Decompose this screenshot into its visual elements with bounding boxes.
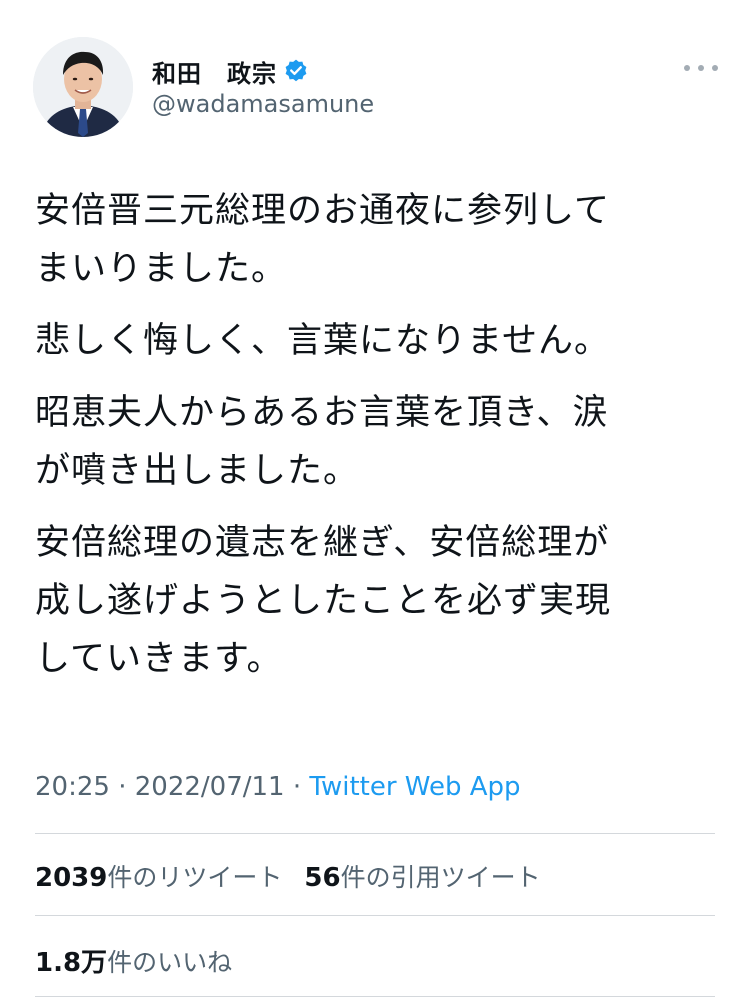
tweet-paragraph: 昭恵夫人からあるお言葉を頂き、涙 が噴き出しました。 [35, 393, 609, 491]
likes-stats-row: 1.8万件のいいね [35, 942, 232, 979]
tweet: 和田 政宗 @wadamasamune 安倍晋三元総理のお通夜に参列して まいり… [0, 0, 750, 1000]
likes-label: 件のいいね [107, 948, 233, 977]
more-options-icon[interactable] [684, 60, 718, 76]
tweet-time[interactable]: 20:25 [35, 772, 110, 802]
tweet-paragraph: 安倍晋三元総理のお通夜に参列して まいりました。 [35, 191, 610, 289]
quotes-label: 件の引用ツイート [340, 863, 541, 892]
divider [35, 996, 715, 997]
avatar[interactable] [33, 37, 133, 137]
tweet-text: 安倍晋三元総理のお通夜に参列して まいりました。 悲しく悔しく、言葉になりません… [35, 182, 725, 702]
tweet-metadata: 20:25 · 2022/07/11 · Twitter Web App [35, 772, 521, 802]
user-handle[interactable]: @wadamasamune [152, 90, 374, 118]
tweet-date[interactable]: 2022/07/11 [135, 772, 285, 802]
tweet-paragraph: 悲しく悔しく、言葉になりません。 [35, 321, 610, 361]
likes-count: 1.8万 [35, 948, 108, 978]
tweet-source-link[interactable]: Twitter Web App [309, 772, 520, 802]
likes-stat[interactable]: 1.8万件のいいね [35, 942, 232, 979]
tweet-paragraph: 安倍総理の遺志を継ぎ、安倍総理が 成し遂げようとしたことを必ず実現 していきます… [35, 523, 612, 679]
meta-separator: · [284, 772, 310, 802]
meta-separator: · [109, 772, 135, 802]
display-name-row: 和田 政宗 [152, 54, 309, 88]
divider [35, 915, 715, 916]
retweets-count: 2039 [35, 863, 108, 893]
retweets-stat[interactable]: 2039件のリツイート [35, 858, 282, 894]
verified-badge-icon [283, 58, 309, 84]
divider [35, 833, 715, 834]
quotes-count: 56 [304, 863, 341, 893]
display-name[interactable]: 和田 政宗 [152, 54, 277, 89]
quotes-stat[interactable]: 56件の引用ツイート [304, 858, 540, 894]
retweet-stats-row: 2039件のリツイート 56件の引用ツイート [35, 858, 541, 894]
avatar-photo [33, 37, 133, 137]
retweets-label: 件のリツイート [107, 863, 283, 892]
